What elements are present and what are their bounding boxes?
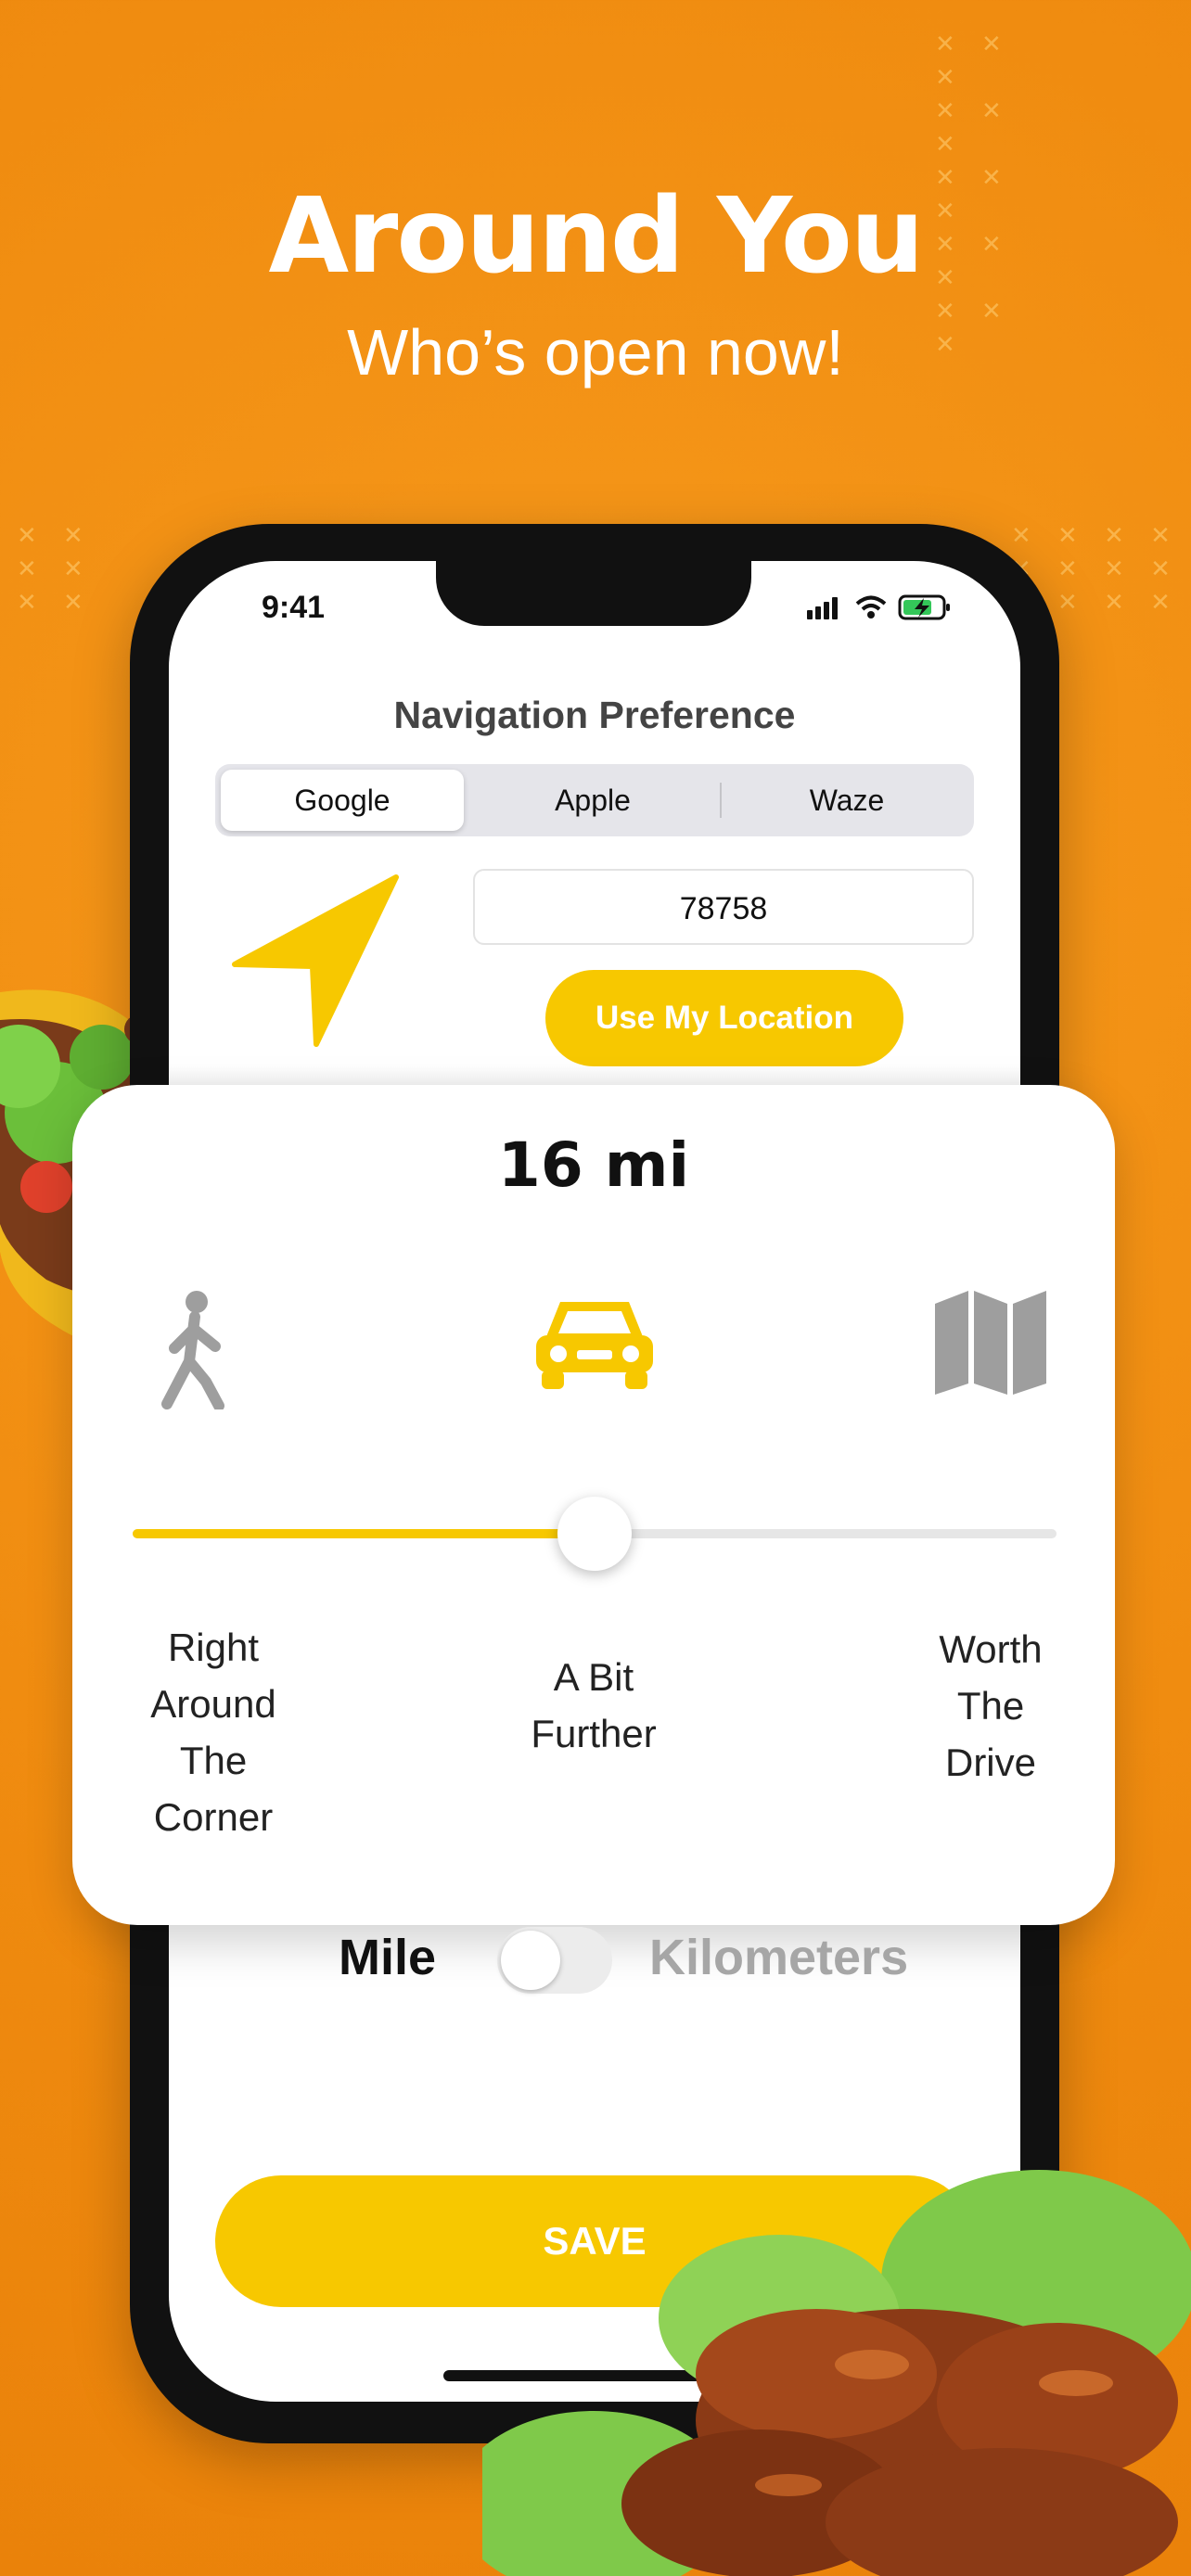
- wifi-icon: [855, 595, 887, 618]
- nav-option-waze[interactable]: Waze: [727, 770, 967, 831]
- cellular-signal-icon: [807, 597, 838, 619]
- status-time: 9:41: [262, 590, 326, 625]
- label-line: Right: [167, 1626, 260, 1669]
- units-toggle-knob: [501, 1931, 560, 1990]
- battery-charging-icon: [898, 594, 950, 620]
- label-right-around-the-corner: Right Around The Corner: [102, 1619, 325, 1845]
- label-line: Worth: [939, 1627, 1043, 1671]
- location-arrow-icon: [232, 874, 399, 1047]
- zip-code-field[interactable]: 78758: [473, 869, 974, 945]
- label-a-bit-further: A Bit Further: [482, 1649, 705, 1762]
- chicken-wings-illustration: [482, 2170, 1191, 2576]
- navigation-segmented-control: Google Apple Waze: [215, 764, 974, 836]
- decorative-x-pattern: ✕ ✕ ✕ ✕ ✕ ✕: [17, 522, 93, 617]
- distance-slider-thumb[interactable]: [557, 1497, 632, 1571]
- car-icon[interactable]: [534, 1294, 655, 1389]
- nav-option-google[interactable]: Google: [221, 770, 464, 831]
- unit-kilometers-label: Kilometers: [649, 1930, 909, 1985]
- navigation-preference-title: Navigation Preference: [393, 694, 796, 736]
- use-my-location-button[interactable]: Use My Location: [545, 970, 903, 1066]
- decorative-x-pattern: ✕ ✕ ✕ ✕ ✕ ✕ ✕ ✕ ✕ ✕ ✕ ✕ ✕ ✕ ✕: [935, 31, 1011, 359]
- segment-divider: [720, 783, 722, 818]
- distance-value: 16 mi: [497, 1129, 690, 1201]
- walking-icon[interactable]: [148, 1289, 241, 1409]
- label-line: A Bit: [553, 1655, 634, 1699]
- label-line: Corner: [153, 1795, 274, 1839]
- label-line: Around: [150, 1682, 276, 1726]
- label-line: The: [956, 1684, 1025, 1728]
- unit-mile-label: Mile: [339, 1930, 437, 1985]
- screen-shading: [169, 1066, 1020, 1085]
- label-line: Drive: [944, 1741, 1036, 1784]
- label-line: The: [179, 1739, 248, 1782]
- distance-slider-fill: [133, 1529, 595, 1538]
- phone-notch: [436, 559, 751, 626]
- nav-option-apple[interactable]: Apple: [471, 770, 714, 831]
- label-worth-the-drive: Worth The Drive: [879, 1621, 1102, 1791]
- label-line: Further: [531, 1712, 657, 1755]
- map-icon[interactable]: [933, 1289, 1048, 1396]
